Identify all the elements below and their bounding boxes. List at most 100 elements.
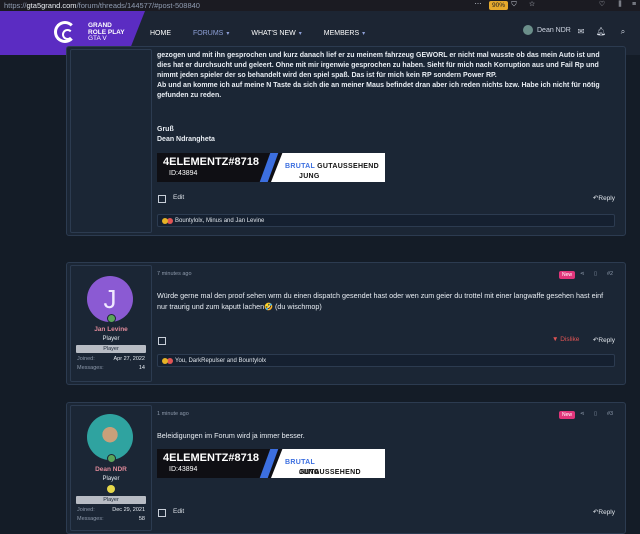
reactions-bar[interactable]: You, DarkRepulser and Bountylolx bbox=[157, 354, 615, 367]
post-3-user-block: Dean NDR Player Player Joined: Dec 29, 20… bbox=[70, 405, 152, 531]
browser-toolbar: https://gta5grand.com/forum/threads/1445… bbox=[0, 0, 640, 11]
messages-value: 58 bbox=[138, 516, 145, 522]
post-2-body: Würde gerne mal den proof sehen wrm du e… bbox=[157, 291, 604, 311]
brand-line3: GTA V bbox=[88, 35, 107, 42]
signature-banner: 4ELEMENTZ#8718 ID:43894 JUNG BRUTAL GUTA… bbox=[157, 153, 385, 182]
reply-label: Reply bbox=[598, 337, 615, 344]
sig-id: ID:43894 bbox=[169, 170, 198, 177]
post-1-body: gezogen und mit ihn gesprochen und kurz … bbox=[157, 52, 600, 99]
messages-value: 14 bbox=[138, 365, 145, 371]
reply-label: Reply bbox=[598, 509, 615, 516]
dislike-icon: ▼ bbox=[552, 336, 561, 343]
messages-label: Messages: bbox=[77, 516, 104, 522]
dislike-button[interactable]: ▼ Dislike bbox=[552, 336, 579, 343]
post-2-time[interactable]: 7 minutes ago bbox=[157, 271, 192, 277]
shield-icon[interactable]: ⛉ bbox=[510, 1, 518, 9]
messages-row: Messages: 58 bbox=[77, 516, 145, 522]
account-menu[interactable]: Dean NDR bbox=[523, 25, 571, 35]
sig-title: 4ELEMENTZ#8718 bbox=[163, 156, 259, 168]
nav-whats-new[interactable]: WHAT'S NEW ▾ bbox=[251, 30, 301, 37]
post-1-main: gezogen und mit ihn gesprochen und kurz … bbox=[157, 47, 615, 235]
menu-icon[interactable]: ≡ bbox=[630, 1, 638, 9]
pocket-icon[interactable]: ♡ bbox=[598, 1, 606, 9]
reaction-icon bbox=[162, 218, 168, 224]
avatar bbox=[523, 25, 533, 35]
chevron-down-icon: ▾ bbox=[298, 30, 302, 37]
share-icon[interactable]: ⋖ bbox=[580, 411, 585, 417]
nav-forums-label: FORUMS bbox=[193, 29, 224, 37]
nav-forums[interactable]: FORUMS ▾ bbox=[193, 30, 229, 37]
post-2-main: 7 minutes ago New ⋖ ▯ #2 Würde gerne mal… bbox=[157, 263, 615, 384]
sig-slogan-c: GUTAUSSEHEND bbox=[314, 163, 379, 170]
online-indicator bbox=[107, 314, 116, 323]
sig-right: JUNG BRUTAL GUTAUSSEHEND bbox=[271, 449, 385, 478]
reply-button[interactable]: ↶Reply bbox=[593, 194, 615, 202]
post-1-actions: Edit ↶Reply bbox=[157, 194, 615, 206]
post-2-user-block: J Jan Levine Player Player Joined: Apr 27… bbox=[70, 265, 152, 382]
post-3-number[interactable]: #3 bbox=[607, 411, 613, 417]
post-3-time[interactable]: 1 minute ago bbox=[157, 411, 189, 417]
reactions-bar[interactable]: Bountylolx, Minus and Jan Levine bbox=[157, 214, 615, 227]
share-icon[interactable]: ⋖ bbox=[580, 271, 585, 277]
bell-icon[interactable]: 🔔︎ bbox=[596, 27, 606, 37]
address-bar[interactable]: https://gta5grand.com/forum/threads/1445… bbox=[4, 1, 200, 10]
url-prefix: https:// bbox=[4, 1, 27, 10]
url-host: gta5grand.com bbox=[26, 1, 77, 10]
sig-title: 4ELEMENTZ#8718 bbox=[163, 452, 259, 464]
brand-logo[interactable]: GRAND ROLE PLAY GTA V bbox=[88, 22, 125, 43]
zoom-level[interactable]: 90% bbox=[489, 1, 509, 10]
nav-members-label: MEMBERS bbox=[323, 29, 360, 37]
bookmark-icon[interactable]: ☆ bbox=[528, 1, 536, 9]
sig-slogan-a: JUNG bbox=[299, 173, 320, 180]
bookmark-icon[interactable]: ▯ bbox=[594, 271, 597, 277]
chevron-down-icon: ▾ bbox=[362, 30, 366, 37]
reply-button[interactable]: ↶Reply bbox=[593, 336, 615, 344]
post-2-meta: 7 minutes ago New ⋖ ▯ #2 bbox=[157, 271, 615, 281]
reactions-text: You, DarkRepulser and Bountylolx bbox=[175, 358, 267, 364]
account-name: Dean NDR bbox=[537, 26, 571, 34]
joined-row: Joined: Apr 27, 2022 bbox=[77, 356, 145, 362]
post-2: J Jan Levine Player Player Joined: Apr 27… bbox=[66, 262, 626, 385]
online-indicator bbox=[107, 454, 116, 463]
bookmark-icon[interactable]: ▯ bbox=[594, 411, 597, 417]
new-badge: New bbox=[559, 271, 576, 279]
messages-row: Messages: 14 bbox=[77, 365, 145, 371]
post-3-meta: 1 minute ago New ⋖ ▯ #3 bbox=[157, 411, 615, 421]
nav-members[interactable]: MEMBERS ▾ bbox=[324, 30, 365, 37]
edit-button[interactable]: Edit bbox=[173, 194, 184, 201]
select-checkbox[interactable] bbox=[158, 195, 166, 203]
post-3-actions: Edit ↶Reply bbox=[157, 508, 615, 520]
sig-slogan-b: BRUTAL bbox=[285, 163, 315, 170]
reply-label: Reply bbox=[598, 195, 615, 202]
sig-id: ID:43894 bbox=[169, 466, 198, 473]
signature-banner: 4ELEMENTZ#8718 ID:43894 JUNG BRUTAL GUTA… bbox=[157, 449, 385, 478]
reactions-text: Bountylolx, Minus and Jan Levine bbox=[175, 218, 265, 224]
reaction-icon bbox=[162, 358, 168, 364]
post-3-body: Beleidigungen im Forum wird ja immer bes… bbox=[157, 431, 305, 440]
nav-whats-new-label: WHAT'S NEW bbox=[251, 29, 296, 37]
post-1-user-block bbox=[70, 49, 152, 233]
edit-button[interactable]: Edit bbox=[173, 508, 184, 515]
post-1-signed: Dean Ndrangheta bbox=[157, 136, 215, 143]
select-checkbox[interactable] bbox=[158, 509, 166, 517]
nav-home[interactable]: HOME bbox=[150, 30, 171, 37]
reply-button[interactable]: ↶Reply bbox=[593, 508, 615, 516]
dislike-label: Dislike bbox=[560, 336, 580, 343]
url-path: /forum/threads/144577/#post-508840 bbox=[76, 1, 200, 10]
joined-row: Joined: Dec 29, 2021 bbox=[77, 507, 145, 513]
rank-badge-icon bbox=[107, 485, 115, 493]
grand-logo-icon[interactable] bbox=[54, 21, 76, 43]
post-2-number[interactable]: #2 bbox=[607, 271, 613, 277]
post-2-author[interactable]: Jan Levine bbox=[71, 326, 151, 333]
user-banner: Player bbox=[76, 496, 146, 504]
joined-value: Apr 27, 2022 bbox=[113, 356, 146, 362]
search-icon[interactable]: ⌕ bbox=[618, 27, 628, 37]
library-icon[interactable]: ⫼ bbox=[616, 1, 624, 9]
page-actions-icon[interactable]: ⋯ bbox=[474, 1, 482, 9]
post-2-user-title: Player bbox=[102, 336, 120, 342]
chevron-down-icon: ▾ bbox=[226, 30, 230, 37]
select-checkbox[interactable] bbox=[158, 337, 166, 345]
post-3-author[interactable]: Dean NDR bbox=[71, 466, 151, 473]
post-3: Dean NDR Player Player Joined: Dec 29, 20… bbox=[66, 402, 626, 534]
inbox-icon[interactable]: ✉ bbox=[576, 27, 586, 37]
